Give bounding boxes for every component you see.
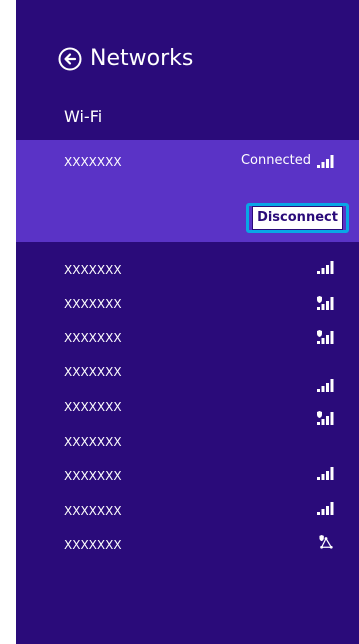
network-item[interactable]: XXXXXXX — [16, 462, 359, 496]
disconnect-button[interactable]: Disconnect — [246, 203, 349, 233]
page-title: Networks — [90, 46, 194, 71]
network-name: XXXXXXX — [64, 435, 122, 449]
network-name: XXXXXXX — [64, 263, 122, 277]
network-name: XXXXXXX — [64, 400, 122, 414]
wifi-signal-icon — [317, 261, 334, 274]
network-item[interactable]: XXXXXXX — [16, 290, 359, 324]
networks-panel: Networks Wi-Fi XXXXXXX Connected Disconn… — [16, 0, 359, 644]
network-name: XXXXXXX — [64, 538, 122, 552]
wifi-signal-icon — [317, 379, 334, 392]
wifi-signal-icon — [317, 155, 334, 168]
wifi-section-label: Wi-Fi — [64, 107, 103, 126]
connection-status: Connected — [240, 153, 311, 168]
secured-wifi-signal-icon — [317, 330, 334, 344]
secured-wifi-signal-icon — [317, 296, 334, 310]
back-arrow-icon[interactable] — [58, 47, 82, 71]
network-item[interactable]: XXXXXXX — [16, 497, 359, 531]
network-item[interactable]: XXXXXXX — [16, 393, 359, 427]
network-name: XXXXXXX — [64, 297, 122, 311]
network-name: XXXXXXX — [64, 365, 122, 379]
connected-network-row[interactable]: XXXXXXX Connected Disconnect — [16, 140, 359, 242]
wifi-signal-icon — [317, 502, 334, 515]
wifi-signal-icon — [317, 467, 334, 480]
network-name: XXXXXXX — [64, 504, 122, 518]
secured-wifi-signal-icon — [317, 411, 334, 425]
network-name: XXXXXXX — [64, 469, 122, 483]
network-name: XXXXXXX — [64, 331, 122, 345]
network-item[interactable]: XXXXXXX — [16, 358, 359, 392]
disconnect-button-label: Disconnect — [252, 206, 343, 230]
networks-header: Networks — [16, 44, 359, 78]
network-item[interactable]: XXXXXXX — [16, 531, 359, 565]
secured-network-icon — [319, 535, 333, 549]
network-item[interactable]: XXXXXXX — [16, 256, 359, 290]
connected-network-name: XXXXXXX — [64, 155, 122, 169]
network-item[interactable]: XXXXXXX — [16, 324, 359, 358]
network-item[interactable]: XXXXXXX — [16, 428, 359, 462]
